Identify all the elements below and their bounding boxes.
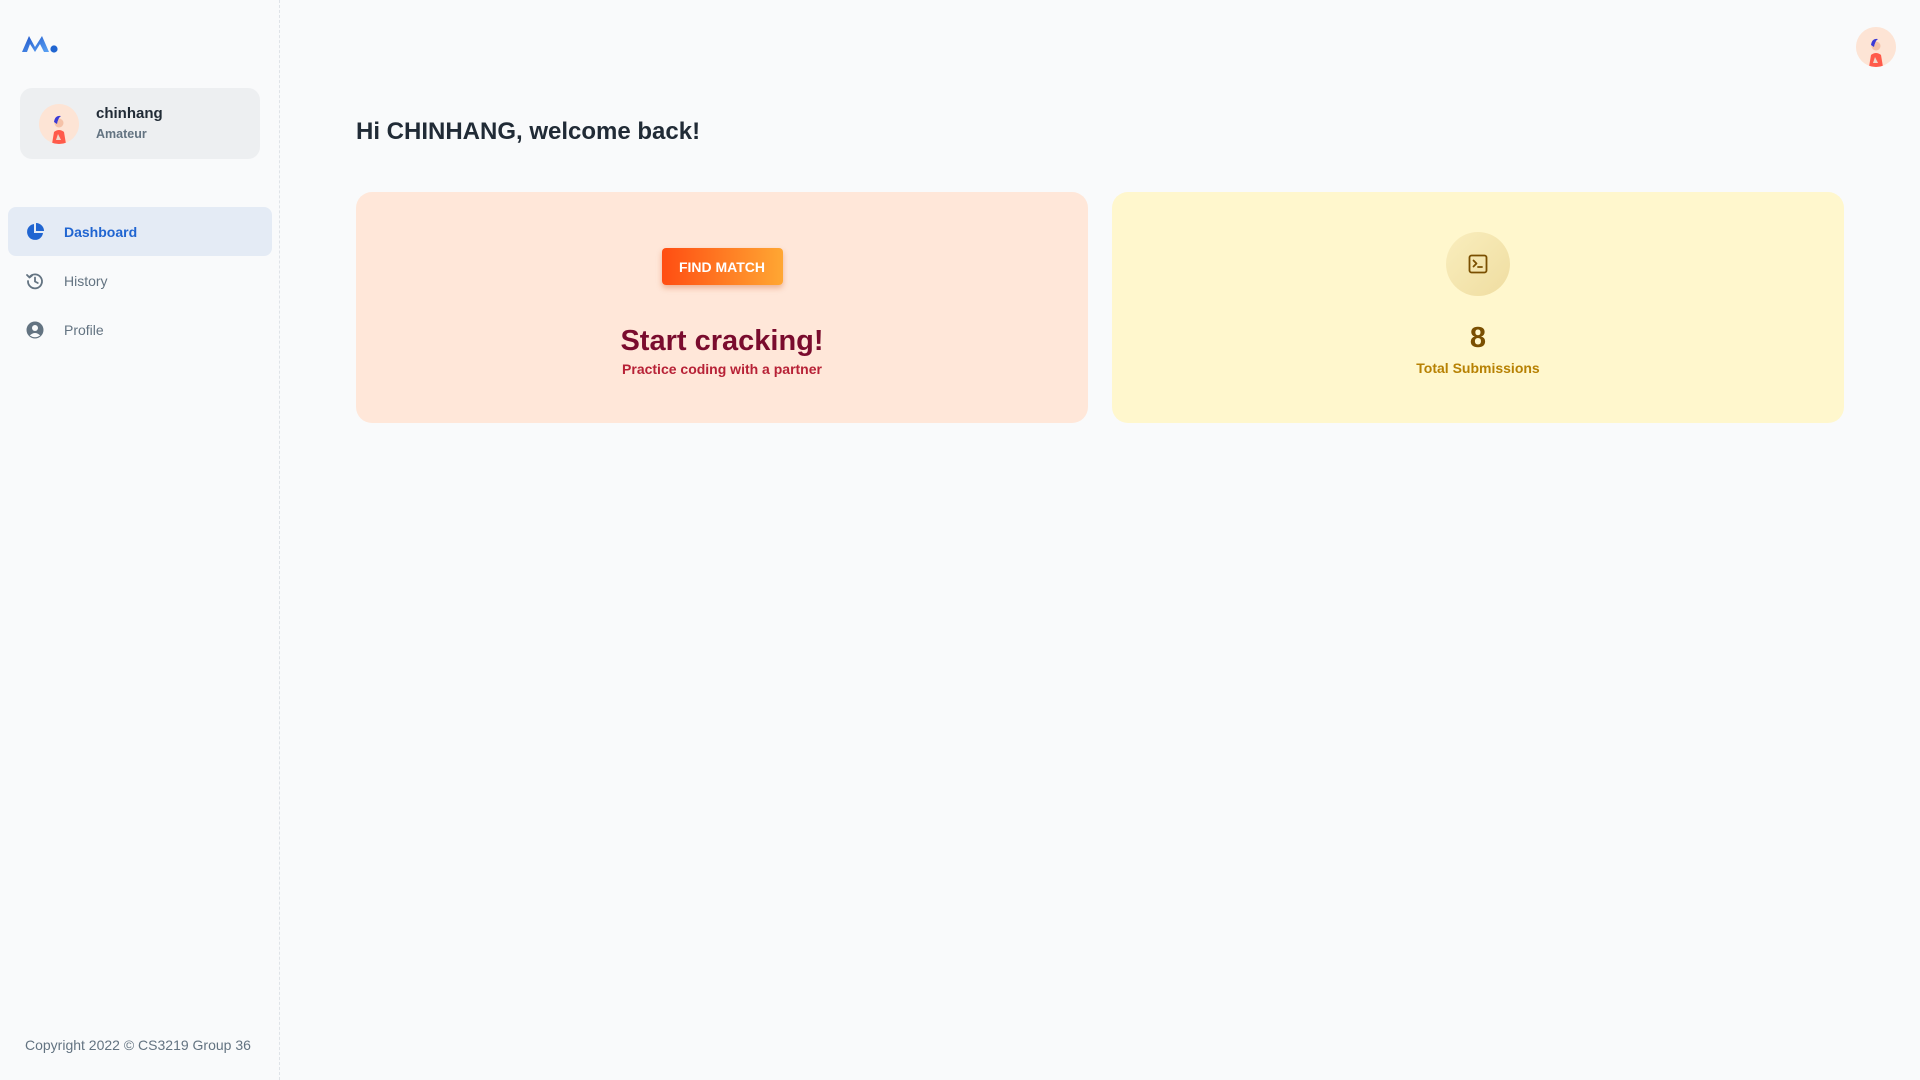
account-name: chinhang [96, 105, 163, 122]
history-icon [25, 271, 45, 291]
match-card-subtitle: Practice coding with a partner [622, 361, 822, 377]
find-match-card: FIND MATCH Start cracking! Practice codi… [356, 192, 1088, 423]
sidebar-item-label: Profile [64, 321, 104, 338]
avatar [39, 103, 79, 144]
match-card-title: Start cracking! [620, 325, 824, 357]
page-title: Hi CHINHANG, welcome back! [356, 118, 701, 145]
pie-chart-icon [25, 222, 45, 242]
submissions-count: 8 [1469, 322, 1487, 354]
person-icon [25, 320, 45, 340]
submissions-label: Total Submissions [1416, 360, 1540, 376]
sidebar-item-label: History [64, 272, 108, 289]
sidebar-item-profile[interactable]: Profile [8, 305, 272, 354]
sidebar-item-label: Dashboard [64, 223, 138, 240]
terminal-icon [1446, 232, 1510, 296]
sidebar-nav: Dashboard History Profile [8, 207, 272, 354]
sidebar: chinhang Amateur Dashboard History Profi… [0, 0, 280, 1080]
sidebar-item-dashboard[interactable]: Dashboard [8, 207, 272, 256]
account-role: Amateur [96, 127, 147, 141]
account-card[interactable]: chinhang Amateur [20, 88, 260, 159]
app-logo[interactable] [20, 30, 60, 58]
copyright-text: Copyright 2022 © CS3219 Group 36 [25, 1037, 251, 1053]
sidebar-item-history[interactable]: History [8, 256, 272, 305]
find-match-button[interactable]: FIND MATCH [661, 248, 783, 285]
submissions-card: 8 Total Submissions [1112, 192, 1844, 423]
account-menu-avatar[interactable] [1856, 27, 1896, 67]
